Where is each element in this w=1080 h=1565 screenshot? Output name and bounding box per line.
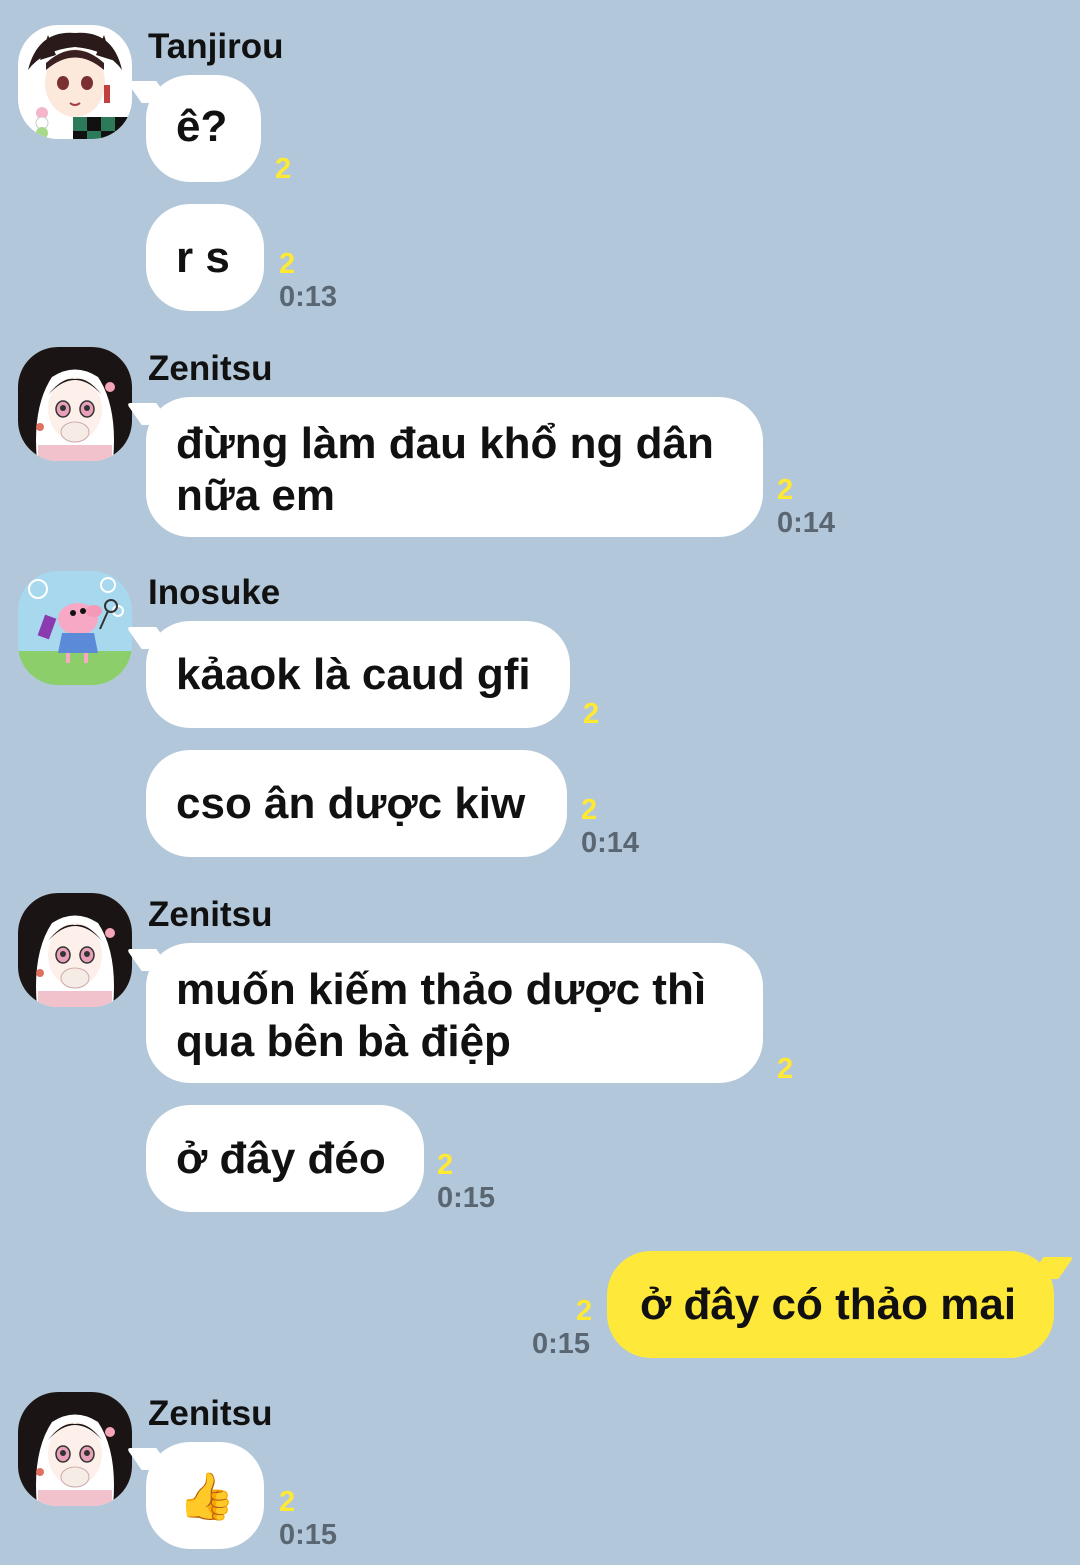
unread-count: 2	[777, 474, 794, 506]
message-bubble[interactable]: muốn kiếm thảo dược thì qua bên bà điệp	[146, 943, 763, 1083]
unread-count: 2	[279, 248, 296, 280]
message-bubble[interactable]: đừng làm đau khổ ng dân nữa em	[146, 397, 763, 537]
unread-count: 2	[437, 1149, 454, 1181]
message-bubble[interactable]: ở đây đéo	[146, 1105, 424, 1212]
unread-count: 2	[581, 794, 598, 826]
my-message-bubble[interactable]: ở đây có thảo mai	[607, 1251, 1054, 1358]
message-timestamp: 0:15	[437, 1182, 496, 1214]
message-timestamp: 0:13	[279, 281, 338, 313]
nezuko-avatar-icon[interactable]	[18, 893, 132, 1007]
message-timestamp: 0:14	[581, 827, 640, 859]
nezuko-avatar-icon[interactable]	[18, 347, 132, 461]
message-bubble[interactable]: cso ân dược kiw	[146, 750, 567, 857]
sender-name: Zenitsu	[148, 1394, 273, 1433]
message-bubble[interactable]: ê?	[146, 75, 261, 182]
message-text: kảaok là caud gfi	[176, 650, 531, 699]
sender-name: Zenitsu	[148, 349, 273, 388]
unread-count: 2	[583, 698, 600, 730]
unread-count: 2	[576, 1295, 593, 1327]
tanjirou-avatar-icon[interactable]	[18, 25, 132, 139]
message-timestamp: 0:15	[532, 1328, 591, 1360]
message-text: cso ân dược kiw	[176, 779, 526, 828]
thumbs-up-icon: 👍	[178, 1469, 236, 1523]
unread-count: 2	[275, 153, 292, 185]
message-text-line: qua bên bà điệp	[176, 1017, 511, 1066]
message-bubble[interactable]: 👍	[146, 1442, 264, 1549]
sender-name: Inosuke	[148, 573, 281, 612]
message-text: ở đây có thảo mai	[640, 1280, 1017, 1329]
message-timestamp: 0:14	[777, 507, 836, 539]
message-bubble[interactable]: r s	[146, 204, 264, 311]
unread-count: 2	[777, 1053, 794, 1085]
message-text: ở đây đéo	[176, 1134, 386, 1183]
sender-name: Zenitsu	[148, 895, 273, 934]
message-text-line: đừng làm đau khổ ng dân	[176, 419, 714, 468]
message-text: ê?	[176, 102, 228, 151]
nezuko-avatar-icon[interactable]	[18, 1392, 132, 1506]
peppa-pig-avatar-icon[interactable]	[18, 571, 132, 685]
message-timestamp: 0:15	[279, 1519, 338, 1551]
message-text-line: nữa em	[176, 471, 336, 520]
message-bubble[interactable]: kảaok là caud gfi	[146, 621, 570, 728]
unread-count: 2	[279, 1486, 296, 1518]
message-text-line: muốn kiếm thảo dược thì	[176, 965, 707, 1014]
message-text: r s	[176, 233, 230, 282]
sender-name: Tanjirou	[148, 27, 284, 66]
